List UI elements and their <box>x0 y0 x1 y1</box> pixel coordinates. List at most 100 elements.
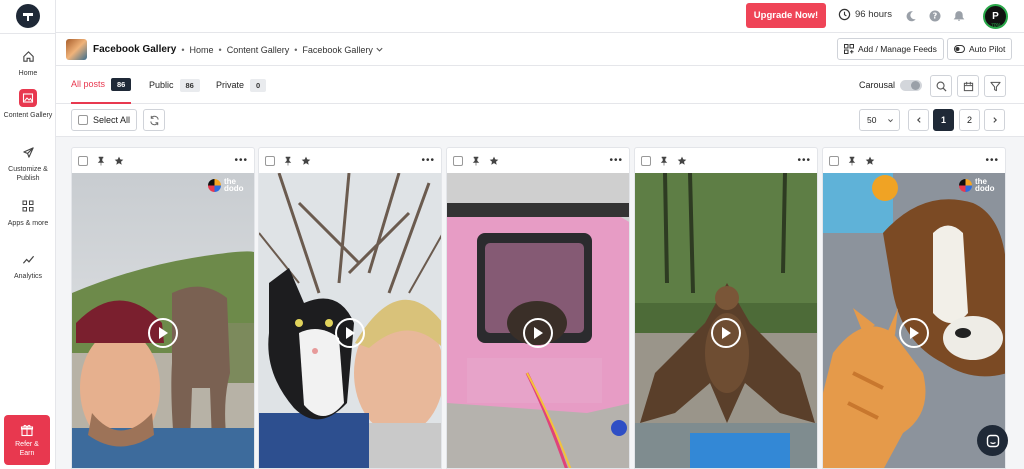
sidebar-item-label: Home <box>18 70 38 77</box>
post-checkbox[interactable] <box>829 155 839 166</box>
filter-button[interactable] <box>984 75 1006 97</box>
checkbox[interactable] <box>78 115 88 125</box>
breadcrumb-separator: • <box>181 44 185 55</box>
tab-label: Public <box>149 80 174 90</box>
breadcrumb-facebook-gallery[interactable]: Facebook Gallery <box>302 45 373 55</box>
app-logo[interactable] <box>16 4 40 28</box>
post-checkbox[interactable] <box>453 155 463 166</box>
calendar-icon <box>963 81 973 91</box>
tab-all-posts[interactable]: All posts 86 <box>71 66 132 104</box>
play-icon[interactable] <box>711 318 741 348</box>
pin-icon[interactable] <box>283 156 293 166</box>
post-card[interactable]: ••• <box>258 147 442 469</box>
filter-bar: All posts 86 Public 86 Private 0 Carousa… <box>56 66 1024 104</box>
home-icon <box>19 47 37 65</box>
per-page-select[interactable]: 50 <box>859 109 900 131</box>
post-checkbox[interactable] <box>265 155 275 166</box>
chevron-right-icon <box>992 117 997 123</box>
bell-icon[interactable] <box>952 9 966 23</box>
dodo-logo-icon <box>208 178 221 192</box>
pin-icon[interactable] <box>96 156 106 166</box>
add-manage-feeds-button[interactable]: Add / Manage Feeds <box>837 38 944 60</box>
breadcrumb: Facebook Gallery • Home • Content Galler… <box>93 44 384 55</box>
page-title: Facebook Gallery <box>93 44 177 55</box>
select-all-label: Select All <box>93 115 131 125</box>
post-media[interactable]: the dodo <box>72 173 254 468</box>
sidebar-item-analytics[interactable]: Analytics <box>0 250 56 281</box>
post-card[interactable]: ••• the dodo <box>822 147 1006 469</box>
post-card[interactable]: ••• the dodo <box>71 147 255 469</box>
prev-page-button[interactable] <box>908 109 929 131</box>
post-checkbox[interactable] <box>641 155 651 166</box>
refer-earn-label: Refer & Earn <box>15 440 39 457</box>
auto-pilot-button[interactable]: Auto Pilot <box>947 38 1013 60</box>
svg-text:?: ? <box>933 12 938 21</box>
page-1-button[interactable]: 1 <box>933 109 954 131</box>
next-page-button[interactable] <box>984 109 1005 131</box>
clock-icon <box>838 8 851 21</box>
star-icon[interactable] <box>489 156 499 166</box>
sidebar-item-home[interactable]: Home <box>0 47 56 78</box>
chevron-down-icon[interactable] <box>375 45 384 54</box>
play-icon[interactable] <box>335 318 365 348</box>
breadcrumb-home[interactable]: Home <box>190 45 214 55</box>
play-icon[interactable] <box>899 318 929 348</box>
tab-label: Private <box>216 80 245 90</box>
help-icon[interactable]: ? <box>928 9 942 23</box>
hours-text: 96 hours <box>855 9 892 20</box>
grid-icon <box>19 197 37 215</box>
page-2-button[interactable]: 2 <box>959 109 980 131</box>
grid-plus-icon <box>844 44 854 54</box>
sidebar-item-apps[interactable]: Apps & more <box>0 197 56 228</box>
moon-icon[interactable] <box>904 9 918 23</box>
breadcrumb-content-gallery[interactable]: Content Gallery <box>227 45 290 55</box>
more-options-icon[interactable]: ••• <box>609 155 623 166</box>
pin-icon[interactable] <box>847 156 857 166</box>
star-icon[interactable] <box>677 156 687 166</box>
post-media[interactable] <box>259 173 441 468</box>
post-media[interactable]: the dodo <box>823 173 1005 468</box>
star-icon[interactable] <box>114 156 124 166</box>
carousel-toggle[interactable] <box>900 80 922 91</box>
tab-public[interactable]: Public 86 <box>149 66 200 104</box>
trial-hours: 96 hours <box>838 8 892 21</box>
star-icon[interactable] <box>865 156 875 166</box>
more-options-icon[interactable]: ••• <box>985 155 999 166</box>
more-options-icon[interactable]: ••• <box>421 155 435 166</box>
more-options-icon[interactable]: ••• <box>797 155 811 166</box>
carousel-label: Carousal <box>859 80 896 90</box>
play-icon[interactable] <box>523 318 553 348</box>
sidebar-item-content-gallery[interactable]: Content Gallery <box>0 89 56 120</box>
sidebar: Home Content Gallery Customize & Publish… <box>0 0 56 469</box>
search-button[interactable] <box>930 75 952 97</box>
pin-icon[interactable] <box>659 156 669 166</box>
tab-private[interactable]: Private 0 <box>216 66 267 104</box>
post-card[interactable]: ••• <box>634 147 818 469</box>
refer-earn-button[interactable]: Refer & Earn <box>4 415 50 465</box>
upgrade-button[interactable]: Upgrade Now! <box>746 3 826 28</box>
sidebar-item-customize-publish[interactable]: Customize & Publish <box>0 143 56 183</box>
add-manage-feeds-label: Add / Manage Feeds <box>858 44 937 54</box>
auto-pilot-label: Auto Pilot <box>969 44 1006 54</box>
calendar-button[interactable] <box>957 75 979 97</box>
count-badge: 86 <box>179 78 200 92</box>
post-media[interactable] <box>447 173 629 468</box>
post-checkbox[interactable] <box>78 155 88 166</box>
action-bar: Select All 50 1 2 <box>56 104 1024 137</box>
refresh-button[interactable] <box>143 109 165 131</box>
play-icon[interactable] <box>148 318 178 348</box>
paper-plane-icon <box>19 143 37 161</box>
more-options-icon[interactable]: ••• <box>234 155 248 166</box>
sidebar-item-label: Customize & Publish <box>8 166 48 182</box>
select-all-button[interactable]: Select All <box>71 109 138 131</box>
post-media[interactable] <box>635 173 817 468</box>
per-page-value: 50 <box>867 115 877 125</box>
star-icon[interactable] <box>301 156 311 166</box>
count-badge: 86 <box>111 77 132 91</box>
gallery-icon <box>19 89 37 107</box>
chat-support-button[interactable] <box>977 425 1008 456</box>
post-card-header: ••• <box>72 148 254 173</box>
watermark-text: the dodo <box>224 177 244 193</box>
post-card[interactable]: ••• <box>446 147 630 469</box>
pin-icon[interactable] <box>471 156 481 166</box>
